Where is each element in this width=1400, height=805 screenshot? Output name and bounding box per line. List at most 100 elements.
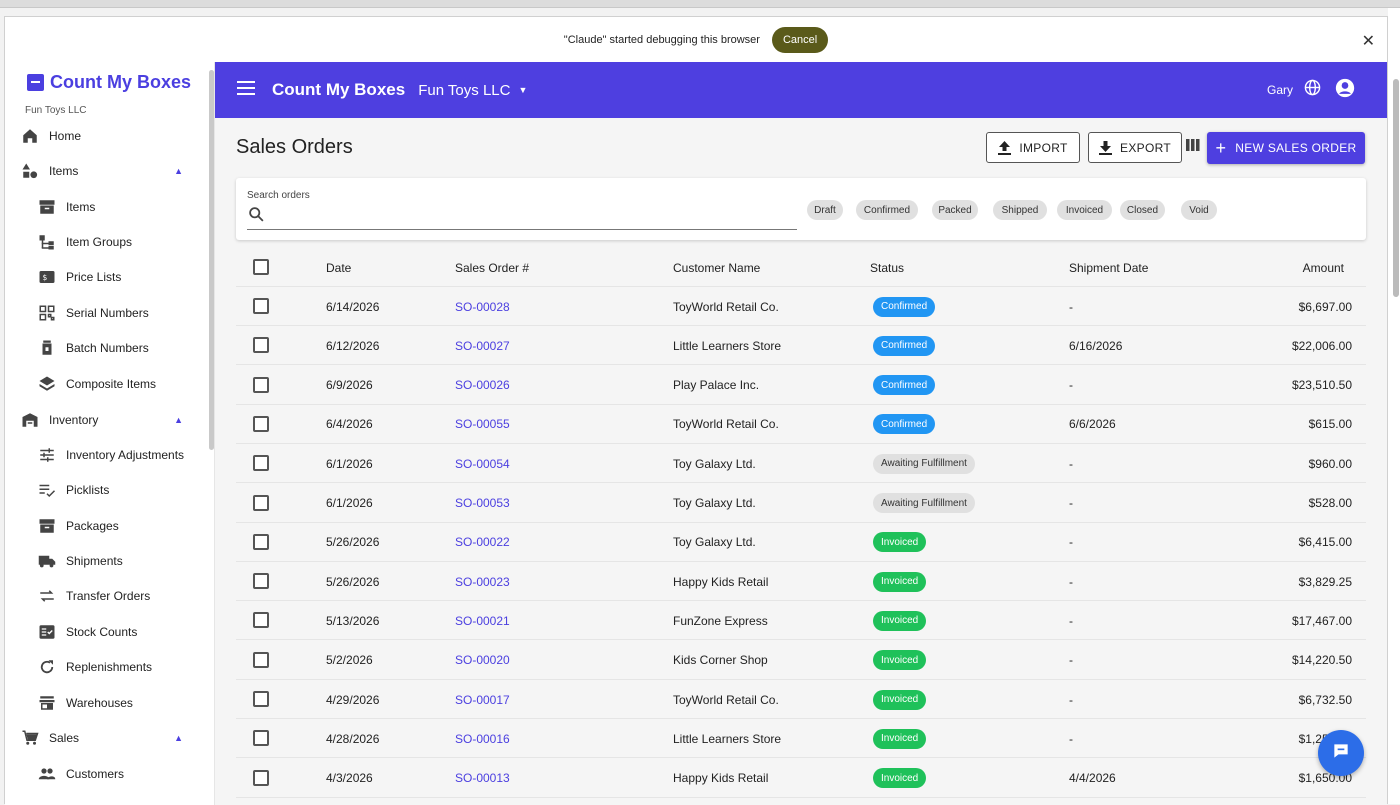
row-checkbox[interactable] [253,337,269,354]
sidebar-scrollbar[interactable] [209,70,214,450]
sales-order-link[interactable]: SO-00017 [455,680,510,719]
table-row[interactable]: 6/12/2026 SO-00027 Little Learners Store Co… [236,326,1366,366]
filter-chip-confirmed[interactable]: Confirmed [856,200,918,220]
row-checkbox[interactable] [253,691,269,707]
sidebar-item-inventory-adjustments[interactable]: Inventory Adjustments [5,440,205,470]
sidebar-item-items[interactable]: Items [5,192,205,222]
row-checkbox[interactable] [253,730,269,747]
table-row[interactable]: 5/2/2026 SO-00020 Kids Corner Shop Invoiced… [236,641,1366,680]
table-row[interactable]: 6/9/2026 SO-00026 Play Palace Inc. Confirme… [236,366,1366,405]
column-header-status[interactable]: Status [870,248,904,287]
sidebar-item-replenishments[interactable]: Replenishments [5,652,205,682]
main-scrollbar[interactable] [1393,79,1399,297]
row-checkbox[interactable] [253,376,269,393]
table-row[interactable]: 6/4/2026 SO-00055 ToyWorld Retail Co. Confi… [236,405,1366,444]
filter-chip-shipped[interactable]: Shipped [993,200,1047,220]
row-checkbox[interactable] [253,494,269,511]
row-checkbox[interactable] [253,455,269,472]
menu-icon[interactable] [237,80,255,100]
account-icon[interactable] [1335,78,1355,103]
column-header-customer[interactable]: Customer Name [673,248,760,287]
sales-order-link[interactable]: SO-00013 [455,759,510,798]
column-header-amount[interactable]: Amount [1303,248,1344,287]
chevron-up-icon[interactable]: ▲ [174,733,183,743]
sales-order-link[interactable]: SO-00023 [455,562,510,601]
table-row[interactable]: 5/26/2026 SO-00022 Toy Galaxy Ltd. Invoiced… [236,523,1366,562]
table-row[interactable]: 4/29/2026 SO-00017 ToyWorld Retail Co. Invo… [236,680,1366,719]
sales-order-link[interactable]: SO-00026 [455,366,510,405]
close-banner-icon[interactable]: ✕ [1362,31,1375,51]
sidebar-item-price-lists[interactable]: $ Price Lists [5,262,205,292]
sales-order-link[interactable]: SO-00028 [455,287,510,326]
upload-icon [998,140,1012,155]
table-row[interactable]: 5/26/2026 SO-00023 Happy Kids Retail Invoic… [236,562,1366,602]
sidebar-item-items[interactable]: Items ▲ [5,156,205,186]
sales-order-link[interactable]: SO-00021 [455,601,510,640]
filter-chip-invoiced[interactable]: Invoiced [1057,200,1112,220]
sidebar-item-item-groups[interactable]: Item Groups [5,227,205,257]
table-row[interactable]: 4/28/2026 SO-00016 Little Learners Store In… [236,719,1366,759]
org-selector[interactable]: Fun Toys LLC ▼ [418,82,527,99]
filter-chip-packed[interactable]: Packed [932,200,978,220]
column-header-shipment-date[interactable]: Shipment Date [1069,248,1148,287]
sales-order-link[interactable]: SO-00055 [455,405,510,444]
filter-chip-draft[interactable]: Draft [807,200,843,220]
import-button[interactable]: IMPORT [986,132,1080,163]
row-checkbox[interactable] [253,533,269,550]
column-header-so[interactable]: Sales Order # [455,248,529,287]
table-row[interactable]: 4/3/2026 SO-00013 Happy Kids Retail Invoice… [236,759,1366,798]
order-amount: $528.00 [1308,496,1352,510]
row-checkbox[interactable] [253,769,269,786]
search-input[interactable] [274,206,774,226]
select-all-checkbox[interactable] [253,259,269,275]
globe-icon[interactable] [1304,79,1321,101]
sidebar-item-serial-numbers[interactable]: Serial Numbers [5,298,205,328]
sidebar-item-stock-counts[interactable]: Stock Counts [5,617,205,647]
status-badge: Invoiced [873,610,927,631]
app-header: Count My Boxes Fun Toys LLC ▼ Gary [215,62,1387,118]
sales-order-link[interactable]: SO-00016 [455,719,510,758]
table-row[interactable]: 6/14/2026 SO-00028 ToyWorld Retail Co. Conf… [236,287,1366,326]
table-row[interactable]: 6/1/2026 SO-00054 Toy Galaxy Ltd. Awaiting … [236,444,1366,484]
status-cell: Invoiced [873,719,927,758]
sidebar-item-home[interactable]: Home [5,121,205,151]
sidebar-item-batch-numbers[interactable]: Batch Numbers [5,333,205,363]
new-sales-order-button[interactable]: + NEW SALES ORDER [1207,132,1365,164]
chevron-up-icon[interactable]: ▲ [174,415,183,425]
sales-order-link[interactable]: SO-00027 [455,326,510,365]
search-label: Search orders [247,190,310,201]
row-checkbox[interactable] [253,612,269,629]
cancel-debug-button[interactable]: Cancel [771,26,829,53]
chevron-up-icon[interactable]: ▲ [174,166,183,176]
sidebar-item-shipments[interactable]: Shipments [5,546,205,576]
sidebar-item-warehouses[interactable]: Warehouses [5,688,205,718]
sidebar-item-customers[interactable]: Customers [5,759,205,789]
sidebar-item-packages[interactable]: Packages [5,511,205,541]
column-header-date[interactable]: Date [326,248,351,287]
filter-chip-closed[interactable]: Closed [1120,200,1165,220]
sidebar-item-picklists[interactable]: Picklists [5,475,205,505]
sales-order-link[interactable]: SO-00053 [455,484,510,523]
table-row[interactable]: 5/13/2026 SO-00021 FunZone Express Invoiced… [236,601,1366,641]
columns-icon[interactable] [1186,138,1200,156]
sales-order-link[interactable]: SO-00020 [455,641,510,680]
table-row[interactable]: 6/1/2026 SO-00053 Toy Galaxy Ltd. Awaiting … [236,484,1366,523]
sidebar-item-sales[interactable]: Sales ▲ [5,723,205,753]
sales-order-link[interactable]: SO-00054 [455,444,510,483]
sales-order-link[interactable]: SO-00022 [455,523,510,562]
row-checkbox[interactable] [253,573,269,590]
row-checkbox[interactable] [253,415,269,432]
brand-logo[interactable]: Count My Boxes [27,72,191,93]
sidebar-item-transfer-orders[interactable]: Transfer Orders [5,581,205,611]
chat-fab[interactable] [1318,730,1364,776]
export-button[interactable]: EXPORT [1088,132,1182,163]
row-checkbox[interactable] [253,651,269,668]
box-logo-icon [27,74,44,91]
browser-viewport: "Claude" started debugging this browser … [4,16,1399,805]
status-badge: Invoiced [873,532,927,553]
row-checkbox[interactable] [253,298,269,314]
sidebar-item-inventory[interactable]: Inventory ▲ [5,405,205,435]
brand-name: Count My Boxes [50,72,192,92]
sidebar-item-composite-items[interactable]: Composite Items [5,369,205,399]
filter-chip-void[interactable]: Void [1181,200,1217,220]
